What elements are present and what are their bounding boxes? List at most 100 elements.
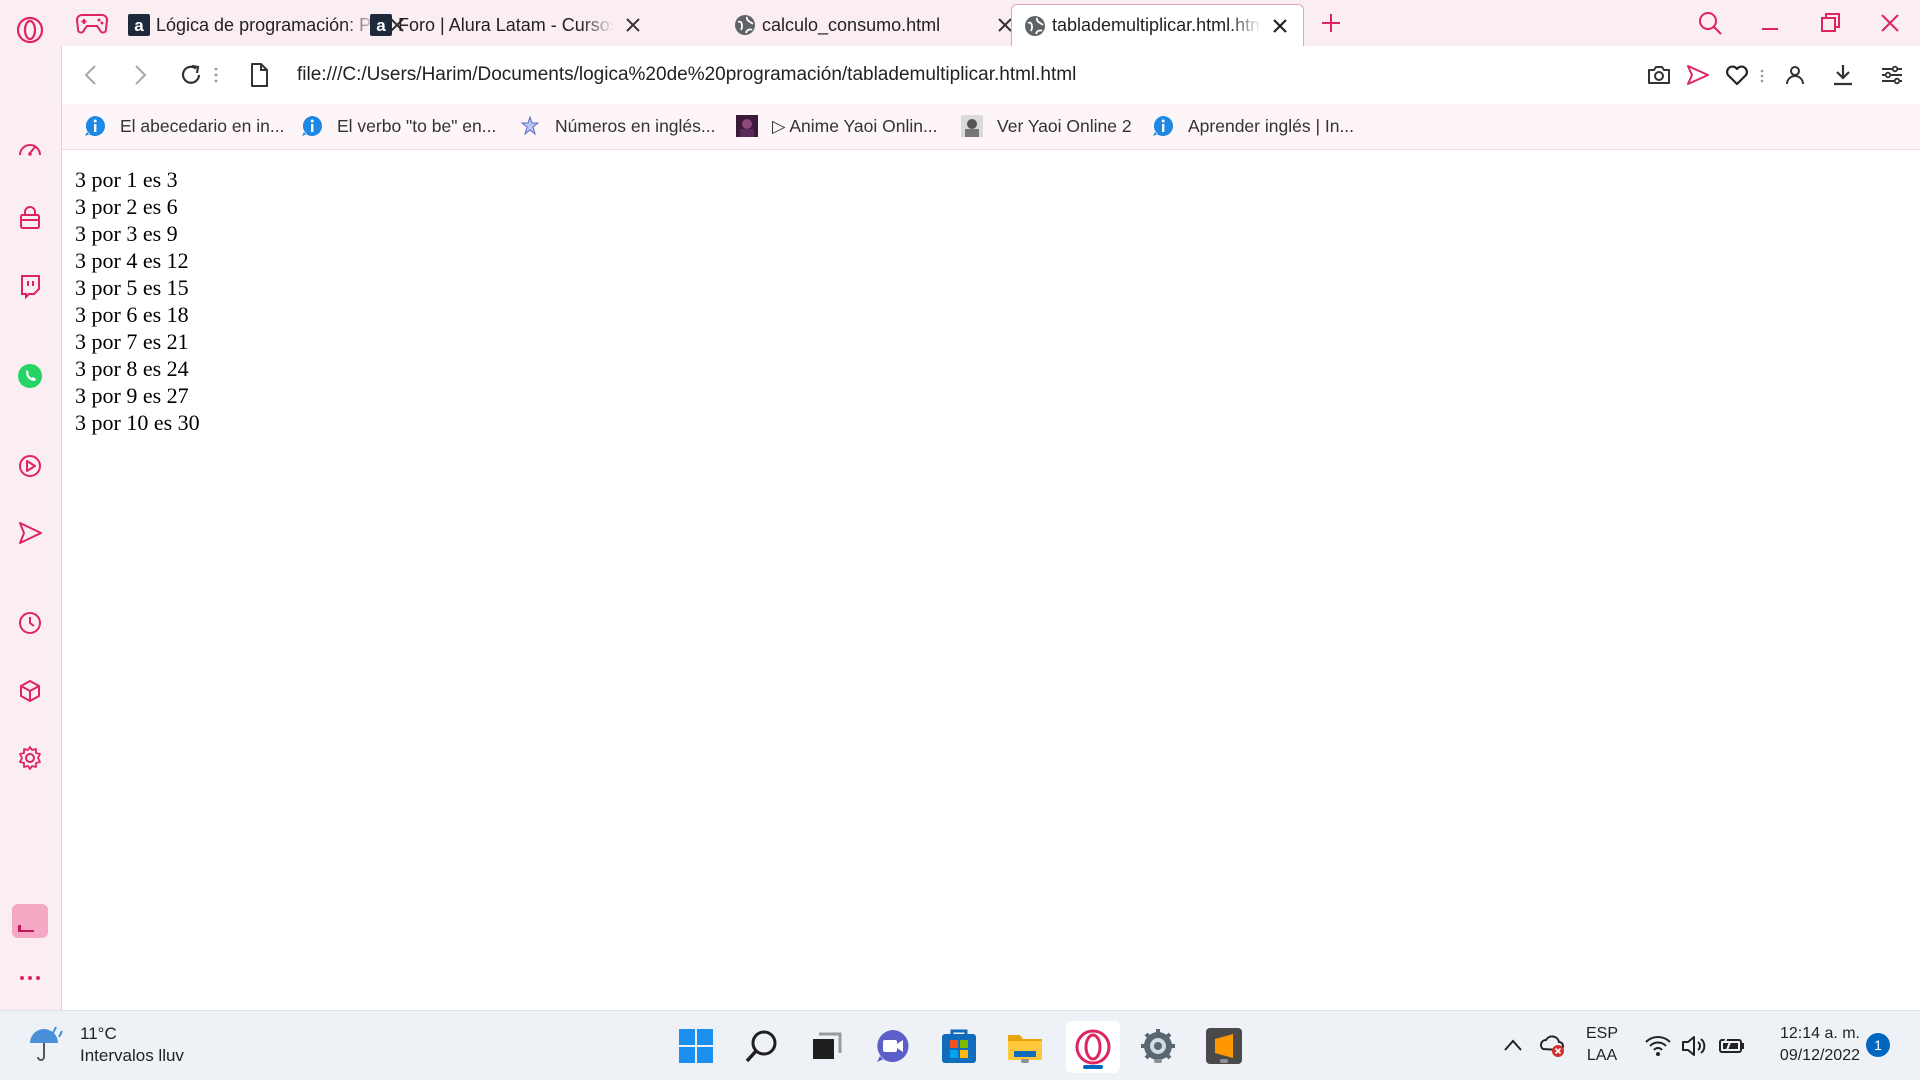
task-view-button[interactable] [806,1025,848,1067]
speed-dial-icon[interactable] [12,133,48,169]
reload-icon[interactable] [176,60,206,90]
sublime-text-button[interactable] [1203,1025,1245,1067]
close-tab-icon[interactable] [622,14,644,36]
volume-icon[interactable] [1680,1033,1708,1059]
file-explorer-button[interactable] [1004,1025,1046,1067]
bookmark-label: El abecedario en in... [120,115,285,136]
page-viewport: 3 por 1 es 3 3 por 2 es 6 3 por 3 es 9 3… [61,150,1920,1010]
running-indicator [1220,1059,1228,1063]
tab-search-icon[interactable] [1696,9,1724,37]
anime-thumb-icon [736,115,758,137]
windows-logo-icon [679,1029,713,1063]
language-code: ESP [1585,1025,1618,1042]
tab-title: Lógica de programación: Primeros pasos [156,14,378,35]
weather-desc: Intervalos lluv [80,1046,184,1065]
search-icon [745,1030,777,1063]
notification-badge[interactable]: 1 [1866,1033,1890,1057]
bookmark-item[interactable]: Ver Yaoi Online 2 [961,115,1132,137]
tray-chevron-up-icon[interactable] [1502,1036,1524,1054]
bookmarks-bar: El abecedario en in... El verbo "to be" … [61,104,1920,150]
send-icon[interactable] [12,515,48,551]
bookmark-label: Números en inglés... [555,115,716,136]
address-toolbar: file:///C:/Users/Harim/Documents/logica%… [61,46,1920,104]
whatsapp-icon[interactable] [12,358,48,394]
anime-thumb-icon [961,115,983,137]
weather-widget[interactable]: 11°C Intervalos lluv [26,1023,184,1067]
umbrella-rain-icon [30,1026,63,1061]
drag-dots-icon [214,67,218,83]
teams-chat-button[interactable] [872,1025,914,1067]
more-options-icon[interactable] [12,960,48,996]
tab-strip: a Lógica de programación: Primeros pasos… [61,0,1920,46]
history-icon[interactable] [12,605,48,641]
weather-temp: 11°C [80,1024,117,1043]
store-bag-icon [942,1029,976,1063]
pinned-thumbnail-icon[interactable] [12,903,48,939]
opera-menu-icon[interactable] [12,12,48,48]
settings-gear-icon[interactable] [12,740,48,776]
chat-camera-icon [877,1030,909,1062]
bookmark-label: El verbo "to be" en... [337,115,497,136]
battery-charging-icon[interactable] [1716,1033,1746,1059]
svg-text:a: a [376,16,386,35]
minimize-icon[interactable] [1756,9,1784,37]
table-line: 3 por 5 es 15 [75,275,189,300]
account-icon[interactable] [1781,61,1809,89]
alura-icon: a [128,14,150,36]
bookmark-item[interactable]: Números en inglés... [519,115,716,137]
bookmark-item[interactable]: El abecedario en in... [84,115,284,137]
shopping-icon[interactable] [12,201,48,237]
bookmark-item[interactable]: El verbo "to be" en... [301,115,496,137]
star-figure-icon [519,115,541,137]
table-line: 3 por 8 es 24 [75,356,189,381]
tab-calculo-consumo[interactable]: calculo_consumo.html [722,4,1028,46]
table-line: 3 por 1 es 3 [75,167,178,192]
clock[interactable]: 12:14 a. m. 09/12/2022 [1756,1023,1860,1067]
globe-icon [734,14,756,36]
tab-foro-alura[interactable]: a Foro | Alura Latam - Cursos online [358,4,656,46]
new-tab-plus-icon[interactable] [1318,10,1344,36]
settings-taskbar-button[interactable] [1137,1025,1179,1067]
tab-tablademultiplicar[interactable]: tablademultiplicar.html.html [1011,4,1304,46]
tab-title: tablademultiplicar.html.html [1052,15,1261,35]
close-tab-icon[interactable] [1269,15,1291,37]
multiplication-table: 3 por 1 es 3 3 por 2 es 6 3 por 3 es 9 3… [75,166,200,436]
forward-icon[interactable] [125,60,155,90]
input-language[interactable]: ESP LAA [1582,1023,1622,1067]
easy-setup-icon[interactable] [1878,61,1906,89]
share-send-icon[interactable] [1684,61,1712,89]
windows-taskbar: 11°C Intervalos lluv ESP LAA 12:14 a. m.… [0,1010,1920,1080]
bookmark-item[interactable]: Aprender inglés | In... [1152,115,1354,137]
gamepad-icon[interactable] [75,10,109,36]
snapshot-camera-icon[interactable] [1645,61,1673,89]
back-icon[interactable] [76,60,106,90]
wifi-icon[interactable] [1644,1033,1672,1059]
tab-title: Foro | Alura Latam - Cursos online [398,14,614,35]
opera-taskbar-button[interactable] [1066,1021,1120,1073]
start-button[interactable] [675,1025,717,1067]
task-view-icon [813,1032,842,1059]
bookmark-heart-icon[interactable] [1723,61,1751,89]
url-field[interactable]: file:///C:/Users/Harim/Documents/logica%… [297,64,1076,86]
onedrive-error-icon[interactable] [1538,1031,1566,1059]
running-indicator [1154,1059,1162,1063]
microsoft-store-button[interactable] [938,1025,980,1067]
player-icon[interactable] [12,448,48,484]
globe-icon [1024,15,1046,37]
search-button[interactable] [741,1025,783,1067]
opera-icon [1075,1029,1111,1065]
extensions-cube-icon[interactable] [12,673,48,709]
twitch-icon[interactable] [12,268,48,304]
bookmark-item[interactable]: ▷ Anime Yaoi Onlin... [736,115,938,137]
info-icon [84,115,106,137]
restore-icon[interactable] [1816,9,1844,37]
active-indicator [1083,1065,1103,1069]
svg-text:a: a [134,16,144,35]
table-line: 3 por 9 es 27 [75,383,189,408]
bookmark-label: Aprender inglés | In... [1188,115,1355,136]
close-window-icon[interactable] [1876,9,1904,37]
download-icon[interactable] [1829,61,1857,89]
file-page-icon[interactable] [244,60,274,90]
bookmark-label: ▷ Anime Yaoi Onlin... [772,115,938,136]
running-indicator [1021,1059,1029,1063]
